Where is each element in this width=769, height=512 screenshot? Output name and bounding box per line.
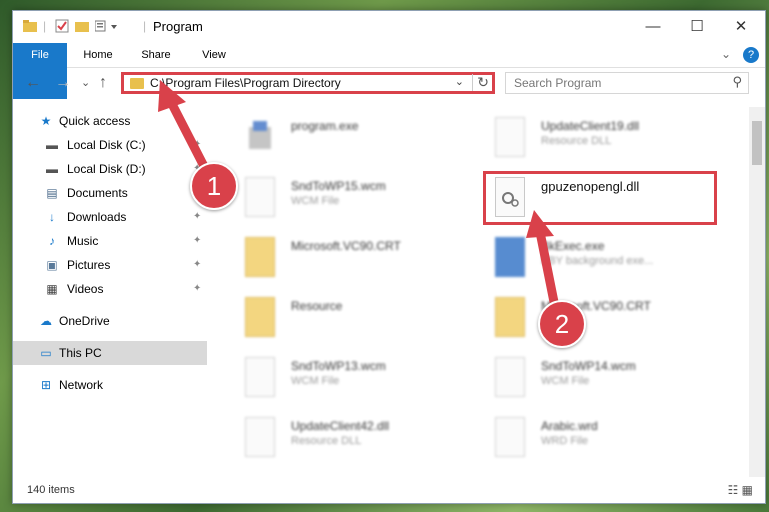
arrow-head — [526, 210, 554, 238]
annotation-arrows — [158, 80, 561, 317]
step-1-badge: 1 — [190, 162, 238, 210]
arrow-to-file — [535, 227, 561, 317]
step-2-badge: 2 — [538, 300, 586, 348]
